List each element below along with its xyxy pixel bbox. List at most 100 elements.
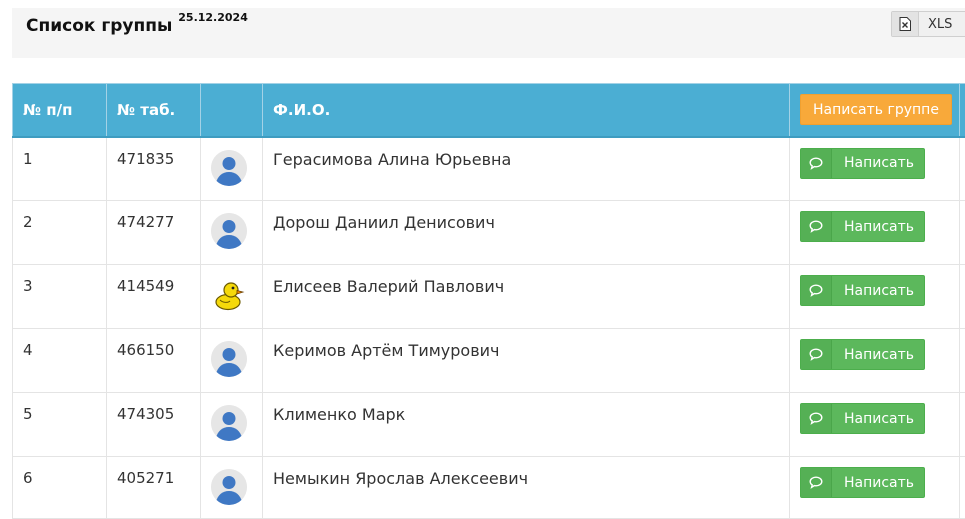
row-actions: Написать — [789, 328, 960, 393]
col-header-actions: Написать группе — [789, 83, 960, 138]
avatar — [211, 469, 252, 505]
row-actions: Написать — [789, 456, 960, 519]
student-name-link[interactable]: Елисеев Валерий Павлович — [273, 277, 504, 296]
row-tab-number-text: 466150 — [117, 341, 175, 359]
row-number: 6 — [12, 456, 107, 519]
row-extra — [959, 136, 965, 201]
write-message-label: Написать — [844, 474, 915, 491]
student-name-link[interactable]: Немыкин Ярослав Алексеевич — [273, 469, 528, 488]
table-row: 2 474277 Дорош Даниил Денисович Написать — [12, 200, 965, 265]
avatar — [211, 341, 252, 377]
speech-bubble-icon — [801, 468, 832, 497]
col-header-extra — [959, 83, 965, 138]
group-table: № п/п № таб. Ф.И.О. Написать группе 1 47… — [12, 83, 965, 519]
row-number-text: 4 — [23, 341, 33, 359]
row-number: 1 — [12, 136, 107, 201]
row-tab-number: 405271 — [106, 456, 201, 519]
row-photo — [200, 328, 263, 393]
default-avatar-icon — [211, 149, 247, 186]
row-number-text: 1 — [23, 149, 33, 168]
write-group-button[interactable]: Написать группе — [800, 94, 952, 126]
write-message-label: Написать — [844, 410, 915, 427]
row-full-name[interactable]: Елисеев Валерий Павлович — [262, 264, 790, 329]
table-row: 1 471835 Герасимова Алина Юрьевна Написа… — [12, 136, 965, 201]
row-tab-number-text: 414549 — [117, 277, 175, 295]
student-name-link[interactable]: Дорош Даниил Денисович — [273, 213, 495, 232]
page-date: 25.12.2024 — [178, 11, 248, 25]
write-message-button[interactable]: Написать — [800, 339, 925, 370]
row-actions: Написать — [789, 200, 960, 265]
write-message-button[interactable]: Написать — [800, 467, 925, 498]
row-tab-number-text: 474305 — [117, 405, 175, 423]
row-photo — [200, 136, 263, 201]
write-message-button[interactable]: Написать — [800, 147, 925, 179]
row-photo — [200, 456, 263, 519]
row-photo — [200, 264, 263, 329]
write-message-label: Написать — [844, 218, 915, 235]
write-message-label: Написать — [844, 155, 915, 171]
page-title-text: Список группы — [26, 16, 173, 36]
row-number: 3 — [12, 264, 107, 329]
row-full-name[interactable]: Керимов Артём Тимурович — [262, 328, 790, 393]
table-row: 3 414549 Елисеев Валерий Павлович Написа… — [12, 264, 965, 329]
row-number-text: 3 — [23, 277, 33, 295]
row-number: 2 — [12, 200, 107, 265]
row-tab-number-text: 405271 — [117, 469, 175, 487]
row-extra — [959, 456, 965, 519]
student-name-link[interactable]: Керимов Артём Тимурович — [273, 341, 500, 360]
default-avatar-icon — [211, 213, 247, 249]
write-message-button[interactable]: Написать — [800, 275, 925, 306]
avatar — [211, 149, 252, 186]
row-tab-number: 414549 — [106, 264, 201, 329]
row-full-name[interactable]: Немыкин Ярослав Алексеевич — [262, 456, 790, 519]
row-number-text: 6 — [23, 469, 33, 487]
write-message-label: Написать — [844, 282, 915, 299]
row-number: 4 — [12, 328, 107, 393]
duck-avatar-icon — [215, 282, 245, 311]
col-header-full-name: Ф.И.О. — [262, 83, 790, 138]
export-xls-button[interactable]: XLS — [891, 11, 965, 37]
page-title: Список группы 25.12.2024 — [26, 12, 248, 36]
student-name-link[interactable]: Клименко Марк — [273, 405, 405, 424]
row-extra — [959, 392, 965, 457]
row-extra — [959, 200, 965, 265]
row-photo — [200, 392, 263, 457]
row-actions: Написать — [789, 392, 960, 457]
row-number-text: 5 — [23, 405, 33, 423]
speech-bubble-icon — [801, 212, 832, 241]
row-photo — [200, 200, 263, 265]
row-tab-number: 471835 — [106, 136, 201, 201]
col-header-tab-number: № таб. — [106, 83, 201, 138]
col-header-photo — [200, 83, 263, 138]
row-tab-number-text: 474277 — [117, 213, 175, 231]
row-number: 5 — [12, 392, 107, 457]
col-header-number: № п/п — [12, 83, 107, 138]
row-full-name[interactable]: Дорош Даниил Денисович — [262, 200, 790, 265]
row-actions: Написать — [789, 264, 960, 329]
write-message-button[interactable]: Написать — [800, 211, 925, 242]
row-tab-number-text: 471835 — [117, 149, 175, 168]
row-tab-number: 474305 — [106, 392, 201, 457]
avatar — [211, 213, 252, 249]
table-row: 5 474305 Клименко Марк Написать — [12, 392, 965, 457]
default-avatar-icon — [211, 469, 247, 505]
write-message-button[interactable]: Написать — [800, 403, 925, 434]
speech-bubble-icon — [801, 404, 832, 433]
row-number-text: 2 — [23, 213, 33, 231]
row-tab-number: 466150 — [106, 328, 201, 393]
avatar — [211, 277, 252, 313]
speech-bubble-icon — [801, 340, 832, 369]
table-row: 6 405271 Немыкин Ярослав Алексеевич Напи… — [12, 456, 965, 519]
row-full-name[interactable]: Клименко Марк — [262, 392, 790, 457]
row-full-name[interactable]: Герасимова Алина Юрьевна — [262, 136, 790, 201]
row-actions: Написать — [789, 136, 960, 201]
student-name-link[interactable]: Герасимова Алина Юрьевна — [273, 150, 511, 169]
write-message-label: Написать — [844, 346, 915, 363]
excel-file-icon — [892, 12, 919, 36]
table-header-row: № п/п № таб. Ф.И.О. Написать группе — [12, 83, 965, 138]
speech-bubble-icon — [801, 148, 832, 178]
row-extra — [959, 328, 965, 393]
table-row: 4 466150 Керимов Артём Тимурович Написат… — [12, 328, 965, 393]
default-avatar-icon — [211, 341, 247, 377]
default-avatar-icon — [211, 405, 247, 441]
